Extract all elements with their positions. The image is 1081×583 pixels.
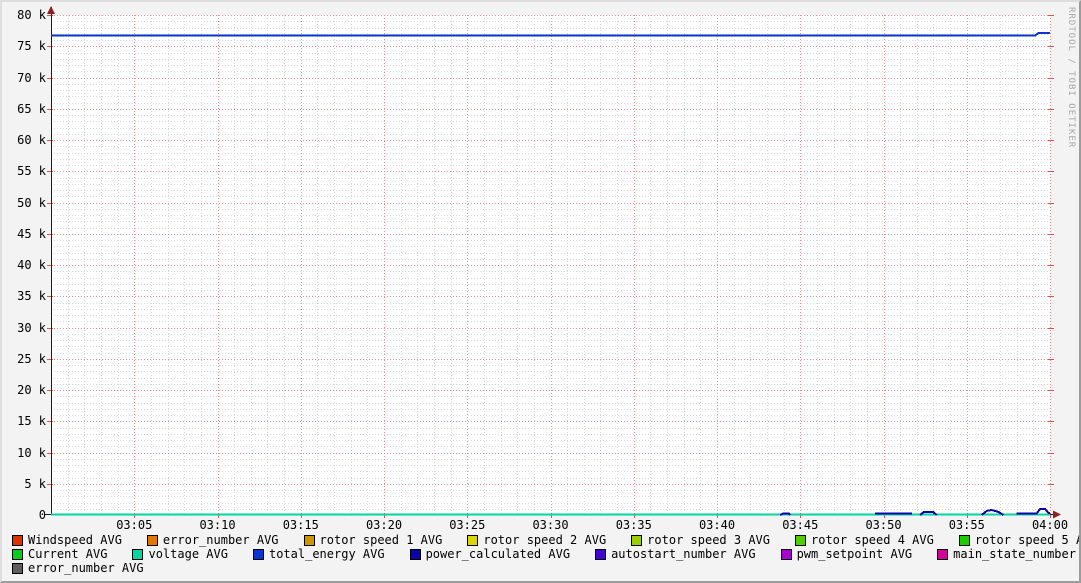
y-tick-label: 65 k bbox=[17, 101, 46, 116]
legend-label: rotor speed 5 AVG bbox=[974, 533, 1079, 547]
legend-item: total_energy AVG bbox=[252, 547, 385, 561]
y-tick-label: 30 k bbox=[17, 320, 46, 335]
legend-item: rotor speed 3 AVG bbox=[631, 533, 770, 547]
x-tick-label: 03:35 bbox=[615, 518, 652, 532]
legend-swatch bbox=[795, 534, 806, 546]
legend-label: pwm_setpoint AVG bbox=[796, 547, 913, 561]
x-tick-label: 03:45 bbox=[782, 518, 819, 532]
legend-item: rotor speed 4 AVG bbox=[795, 533, 934, 547]
legend-item: Windspeed AVG bbox=[12, 533, 122, 547]
legend-label: power_calculated AVG bbox=[425, 547, 571, 561]
legend-label: voltage AVG bbox=[148, 547, 228, 561]
axes bbox=[44, 6, 1061, 519]
y-tick-label: 70 k bbox=[17, 70, 46, 85]
legend-swatch bbox=[12, 562, 23, 574]
x-tick-label: 03:15 bbox=[282, 518, 319, 532]
y-tick-label: 60 k bbox=[17, 133, 46, 147]
y-tick-label: 40 k bbox=[17, 258, 46, 272]
y-tick-label: 15 k bbox=[17, 414, 46, 429]
legend-swatch bbox=[467, 534, 479, 546]
legend-item: pwm_setpoint AVG bbox=[780, 547, 913, 561]
legend-swatch bbox=[631, 534, 643, 546]
x-tick-label: 03:55 bbox=[948, 518, 985, 532]
legend-label: main_state_number AVG bbox=[953, 547, 1076, 561]
y-tick-label: 45 k bbox=[17, 226, 46, 241]
y-tick-label: 80 k bbox=[17, 8, 46, 22]
legend: Windspeed AVG error_number AVG rotor speed… bbox=[12, 533, 1079, 575]
plot-svg bbox=[44, 6, 1061, 519]
legend-label: rotor speed 2 AVG bbox=[483, 533, 607, 547]
legend-item: rotor speed 1 AVG bbox=[303, 533, 443, 547]
legend-item: error_number AVG bbox=[146, 533, 279, 547]
legend-swatch bbox=[252, 548, 264, 560]
legend-label: rotor speed 1 AVG bbox=[319, 533, 443, 547]
y-tick-label: 5 k bbox=[24, 476, 46, 491]
legend-item: main_state_number AVG bbox=[937, 547, 1079, 561]
legend-label: Current AVG bbox=[28, 547, 108, 561]
legend-item: Current AVG bbox=[12, 547, 107, 561]
x-tick-label: 03:50 bbox=[865, 518, 902, 532]
legend-label: rotor speed 4 AVG bbox=[811, 533, 934, 547]
x-tick-label: 04:00 bbox=[1031, 518, 1069, 532]
legend-label: autostart_number AVG bbox=[611, 547, 756, 561]
legend-row: Windspeed AVG error_number AVG rotor speed… bbox=[12, 533, 1079, 547]
x-tick-label: 03:25 bbox=[449, 518, 486, 532]
legend-swatch bbox=[780, 548, 792, 560]
legend-swatch bbox=[303, 534, 315, 546]
legend-item: power_calculated AVG bbox=[409, 547, 571, 561]
legend-swatch bbox=[409, 548, 421, 560]
legend-row: error_number AVG bbox=[12, 561, 1074, 575]
legend-swatch bbox=[937, 548, 949, 560]
legend-item: autostart_number AVG bbox=[595, 547, 756, 561]
y-tick-label: 35 k bbox=[17, 289, 46, 304]
x-tick-label: 03:10 bbox=[199, 518, 236, 532]
x-tick-label: 03:30 bbox=[532, 518, 569, 532]
legend-item: error_number AVG bbox=[12, 561, 144, 575]
y-tick-label: 55 k bbox=[17, 164, 46, 179]
legend-item: rotor speed 2 AVG bbox=[467, 533, 606, 547]
legend-label: error_number AVG bbox=[162, 533, 279, 547]
x-tick-label: 03:20 bbox=[365, 518, 403, 532]
legend-item: rotor speed 5 AVG bbox=[958, 533, 1079, 547]
chart-canvas bbox=[44, 6, 1061, 519]
y-axis-arrow bbox=[47, 6, 55, 14]
legend-item: voltage AVG bbox=[132, 547, 228, 561]
legend-label: Windspeed AVG bbox=[28, 533, 122, 547]
y-tick-label: 0 bbox=[38, 508, 46, 522]
legend-label: error_number AVG bbox=[28, 561, 144, 575]
y-tick-label: 75 k bbox=[17, 39, 46, 54]
legend-swatch bbox=[958, 534, 970, 546]
legend-swatch bbox=[12, 548, 23, 560]
watermark-text: RRDTOOL / TOBI OETIKER bbox=[1066, 7, 1076, 149]
rrdtool-graph: 0 5 k 10 k 15 k 20 k 25 k 30 k 35 k 40 k 45 k 50 k… bbox=[0, 0, 1081, 583]
legend-row: Current AVG voltage AVG total_energy AVG po… bbox=[12, 547, 1076, 561]
legend-swatch bbox=[146, 534, 158, 546]
legend-swatch bbox=[595, 548, 607, 560]
legend-swatch bbox=[132, 548, 144, 560]
y-tick-label: 25 k bbox=[17, 351, 46, 366]
legend-label: rotor speed 3 AVG bbox=[647, 533, 770, 547]
y-tick-label: 10 k bbox=[17, 445, 46, 460]
x-tick-label: 03:05 bbox=[116, 518, 153, 532]
x-tick-label: 03:40 bbox=[698, 518, 736, 532]
legend-swatch bbox=[12, 534, 23, 546]
y-tick-label: 50 k bbox=[17, 195, 46, 210]
y-tick-label: 20 k bbox=[17, 383, 46, 397]
legend-label: total_energy AVG bbox=[268, 547, 385, 561]
